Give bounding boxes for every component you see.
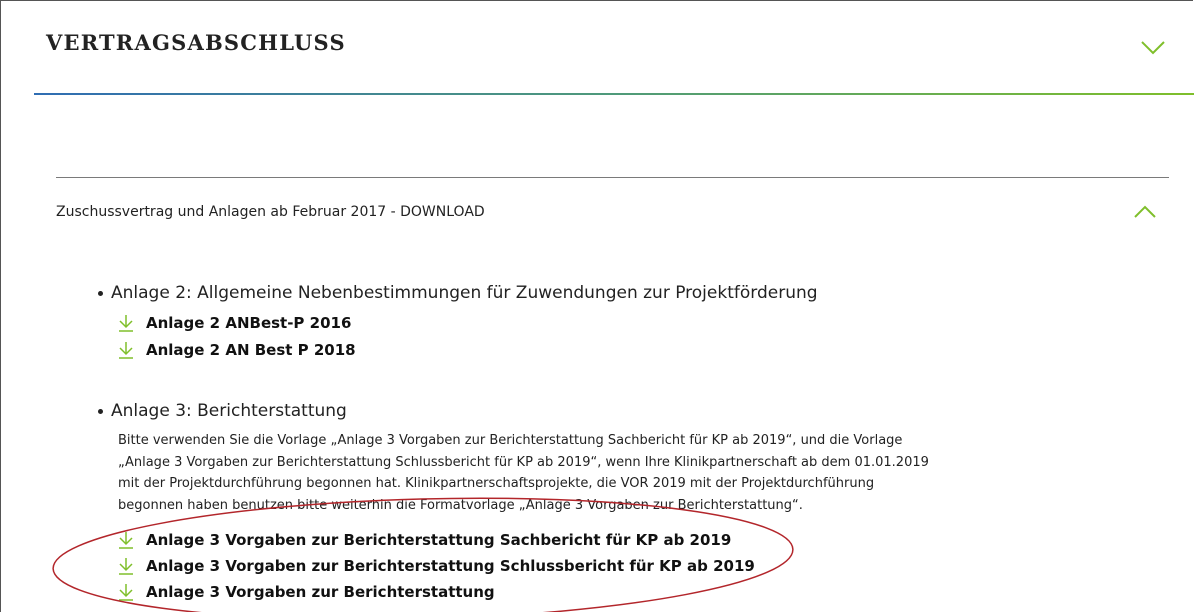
download-arrow-icon — [119, 558, 133, 575]
download-arrow-icon — [119, 315, 133, 332]
section-title: Anlage 2: Allgemeine Nebenbestimmungen f… — [111, 283, 818, 303]
section-description: Bitte verwenden Sie die Vorlage „Anlage … — [118, 430, 998, 516]
accordion-header[interactable]: Zuschussvertrag und Anlagen ab Februar 2… — [56, 202, 1170, 228]
download-arrow-icon — [119, 342, 133, 359]
chevron-down-icon[interactable] — [1140, 40, 1166, 56]
description-line: „Anlage 3 Vorgaben zur Berichterstattung… — [118, 454, 929, 470]
download-link[interactable]: Anlage 2 ANBest-P 2016 — [118, 312, 351, 334]
section-title: Anlage 3: Berichterstattung — [111, 401, 347, 421]
accordion-divider — [56, 177, 1169, 178]
accordion-label: Zuschussvertrag und Anlagen ab Februar 2… — [56, 204, 485, 220]
bullet — [98, 290, 103, 296]
download-link[interactable]: Anlage 3 Vorgaben zur Berichterstattung … — [118, 555, 755, 577]
list-item-anlage-2: Anlage 2: Allgemeine Nebenbestimmungen f… — [98, 283, 818, 303]
download-link-label: Anlage 3 Vorgaben zur Berichterstattung … — [146, 531, 732, 549]
description-line: Bitte verwenden Sie die Vorlage „Anlage … — [118, 433, 903, 448]
description-line: mit der Projektdurchführung begonnen hat… — [118, 476, 875, 491]
list-item-anlage-3: Anlage 3: Berichterstattung — [98, 401, 347, 421]
chevron-up-icon[interactable] — [1133, 205, 1157, 219]
download-arrow-icon — [119, 532, 133, 549]
section-divider — [34, 93, 1194, 95]
download-link-label: Anlage 2 ANBest-P 2016 — [146, 314, 352, 332]
description-line: begonnen haben benutzen bitte weiterhin … — [118, 497, 803, 513]
download-arrow-icon — [119, 584, 133, 601]
download-link[interactable]: Anlage 3 Vorgaben zur Berichterstattung … — [118, 529, 731, 551]
download-link-label: Anlage 3 Vorgaben zur Berichterstattung — [146, 583, 495, 601]
download-link[interactable]: Anlage 2 AN Best P 2018 — [118, 339, 356, 361]
page-frame — [0, 0, 1193, 612]
page-title: VERTRAGSABSCHLUSS — [46, 30, 346, 55]
bullet — [98, 408, 103, 414]
download-link[interactable]: Anlage 3 Vorgaben zur Berichterstattung — [118, 581, 495, 603]
download-link-label: Anlage 3 Vorgaben zur Berichterstattung … — [146, 557, 755, 575]
download-link-label: Anlage 2 AN Best P 2018 — [146, 341, 356, 359]
